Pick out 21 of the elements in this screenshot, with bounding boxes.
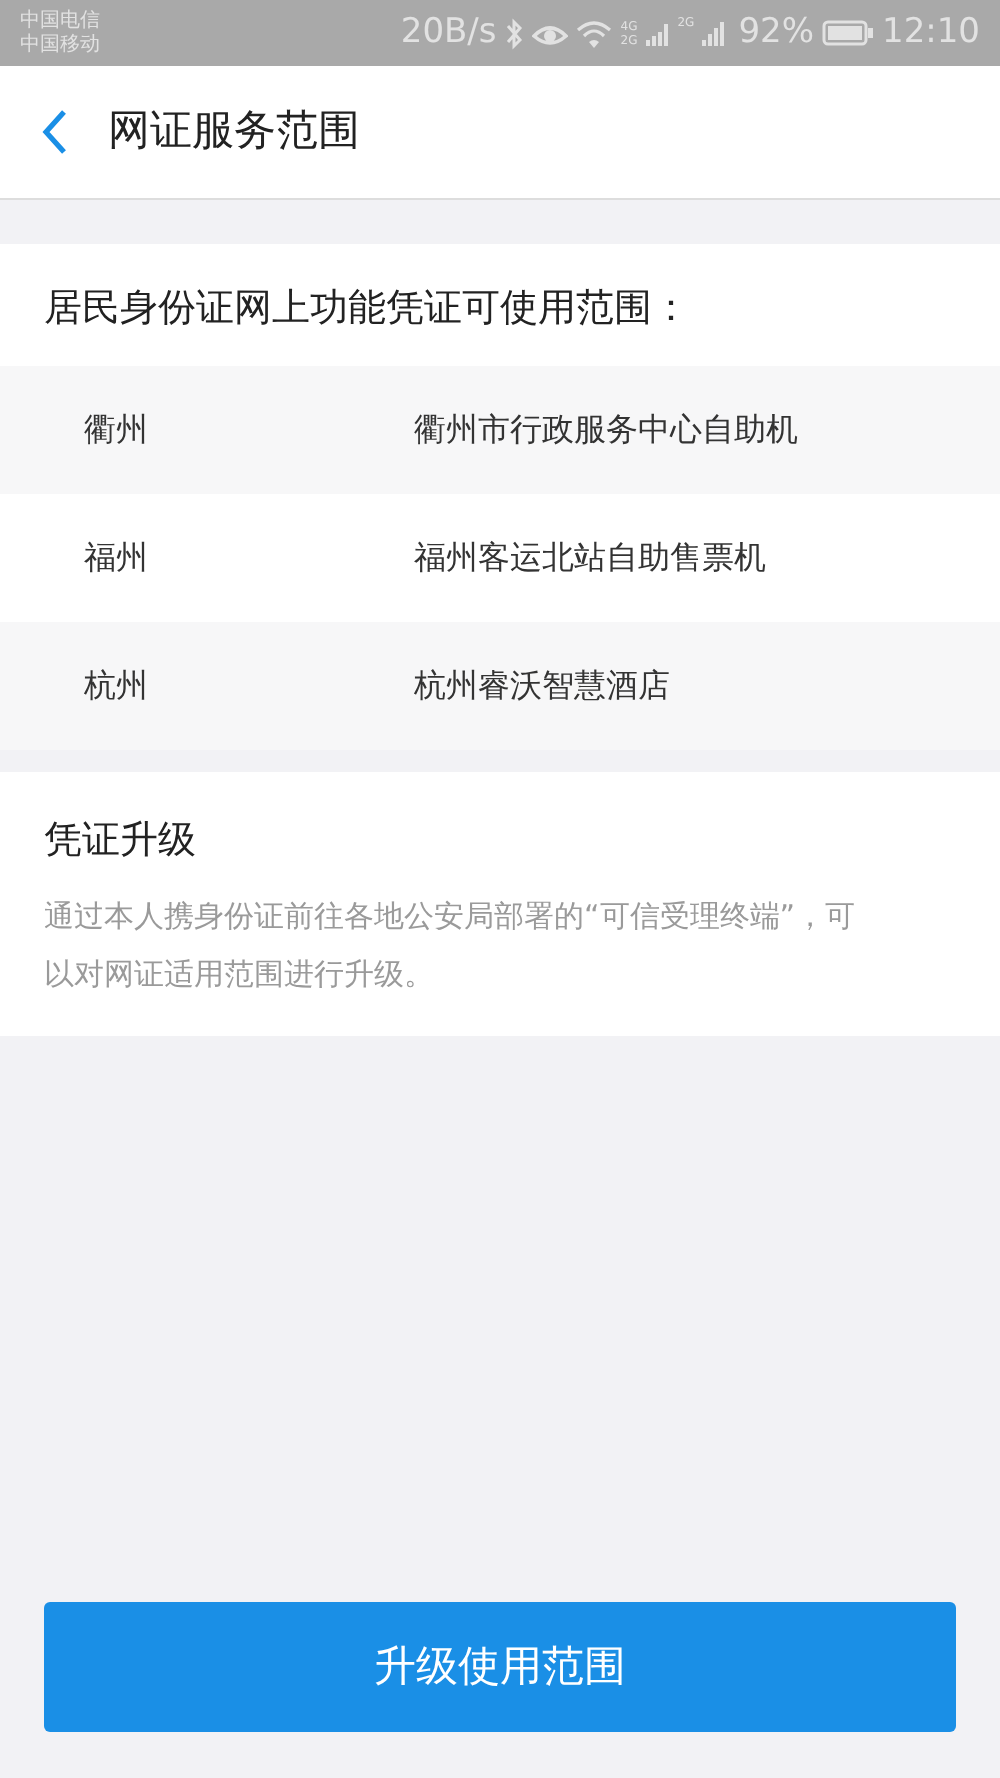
bluetooth-icon	[504, 17, 525, 49]
city-name: 衢州	[84, 407, 150, 451]
city-name: 杭州	[84, 663, 150, 707]
service-location: 衢州市行政服务中心自助机	[414, 407, 798, 451]
network-speed: 20B/s	[400, 9, 497, 56]
wifi-icon	[576, 19, 613, 47]
upgrade-button[interactable]: 升级使用范围	[44, 1602, 956, 1732]
signal-icon	[645, 19, 670, 47]
carrier-name: 中国电信	[20, 9, 100, 33]
city-name: 福州	[84, 535, 150, 579]
service-location: 杭州睿沃智慧酒店	[414, 663, 670, 707]
battery-percent: 92%	[738, 9, 814, 56]
service-location: 福州客运北站自助售票机	[414, 535, 766, 579]
clock-time: 12:10	[882, 9, 980, 56]
section-heading: 居民身份证网上功能凭证可使用范围：	[42, 284, 692, 334]
carrier-name: 中国移动	[20, 33, 100, 57]
page-title: 网证服务范围	[108, 104, 360, 159]
back-icon[interactable]	[40, 108, 68, 156]
description-text: 通过本人携身份证前往各地公安局部署的“可信受理终端”，可以对网证适用范围进行升级。	[44, 896, 858, 996]
battery-icon	[822, 20, 874, 46]
section-heading: 凭证升级	[44, 815, 198, 865]
